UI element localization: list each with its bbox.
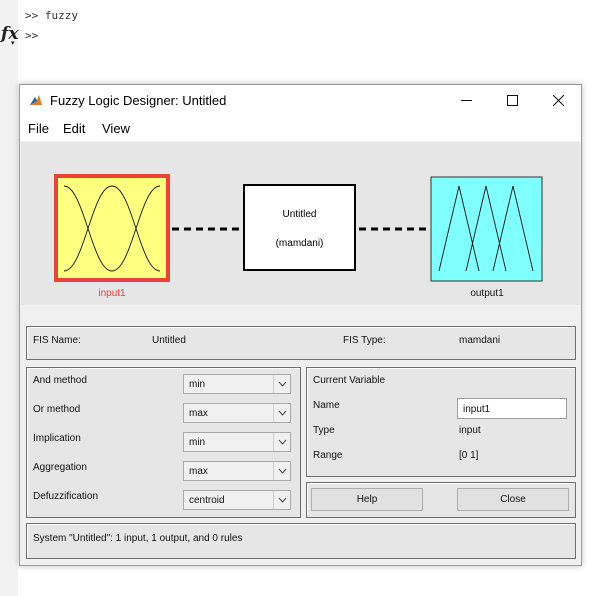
method-label: And method [33,375,87,386]
menu-bar: File Edit View [20,115,581,141]
variable-name-input[interactable]: input1 [457,398,567,419]
menu-view[interactable]: View [102,121,130,136]
or-method-value: max [189,408,208,419]
fuzzy-logic-designer-window: Fuzzy Logic Designer: Untitled File Edit… [19,84,582,566]
output-variable-label: output1 [470,288,504,299]
and-method-value: min [189,379,206,390]
variable-name-value: input1 [463,404,491,415]
command-line-history: >> fuzzy [25,9,78,22]
fis-system-box[interactable]: Untitled (mamdani) [243,184,356,271]
implication-value: min [189,437,206,448]
method-label: Or method [33,404,81,415]
fis-name-value: Untitled [152,335,186,346]
variable-type-value: input [459,425,481,436]
system-name: Untitled [282,209,317,220]
variable-name-label: Name [313,400,340,411]
fx-icon[interactable]: fx [1,24,18,44]
chevron-down-icon [273,433,290,451]
method-label: Defuzzification [33,491,99,502]
command-prompt[interactable]: >> [25,29,38,42]
fis-info-panel: FIS Name: Untitled FIS Type: mamdani [26,326,576,360]
fis-name-label: FIS Name: [33,335,81,346]
close-button[interactable]: Close [457,488,569,511]
chevron-down-icon [273,375,290,393]
matlab-app-icon [29,93,43,107]
method-label: Aggregation [33,462,87,473]
close-icon [552,94,564,106]
aggregation-select[interactable]: max [183,461,291,481]
fis-type-value: mamdani [459,335,501,346]
system-type: (mamdani) [275,238,324,249]
maximize-button[interactable] [489,85,535,115]
input-variable-box[interactable] [54,174,170,282]
window-title: Fuzzy Logic Designer: Untitled [50,93,227,108]
and-method-select[interactable]: min [183,374,291,394]
menu-edit[interactable]: Edit [63,121,85,136]
title-bar[interactable]: Fuzzy Logic Designer: Untitled [20,85,581,115]
chevron-down-icon [273,491,290,509]
variable-range-value: [0 1] [459,450,479,461]
fis-diagram: input1 Untitled (mamdani) output1 [21,142,580,305]
minimize-button[interactable] [443,85,489,115]
methods-panel: And method min Or method max Implication… [26,367,301,518]
or-method-select[interactable]: max [183,403,291,423]
fis-type-label: FIS Type: [343,335,386,346]
command-window-gutter [0,0,18,596]
implication-select[interactable]: min [183,432,291,452]
variable-range-label: Range [313,450,343,461]
status-text: System "Untitled": 1 input, 1 output, an… [33,533,243,544]
menu-file[interactable]: File [28,121,49,136]
current-variable-panel: Current Variable Name input1 Type input … [306,367,576,477]
help-button[interactable]: Help [311,488,423,511]
chevron-down-icon [273,404,290,422]
input-connector [172,227,242,231]
output-variable-box[interactable] [430,176,543,282]
chevron-down-icon [273,462,290,480]
defuzzification-value: centroid [189,495,225,506]
fx-caret-icon: ▾ [11,40,15,47]
buttons-panel: Help Close [306,482,576,518]
close-window-button[interactable] [535,85,581,115]
method-label: Implication [33,433,81,444]
output-connector [359,227,429,231]
aggregation-value: max [189,466,208,477]
defuzzification-select[interactable]: centroid [183,490,291,510]
current-variable-heading: Current Variable [313,375,386,386]
minimize-icon [460,99,472,101]
maximize-icon [506,94,518,106]
variable-type-label: Type [313,425,335,436]
input-variable-label: input1 [98,288,126,299]
status-panel: System "Untitled": 1 input, 1 output, an… [26,523,576,559]
